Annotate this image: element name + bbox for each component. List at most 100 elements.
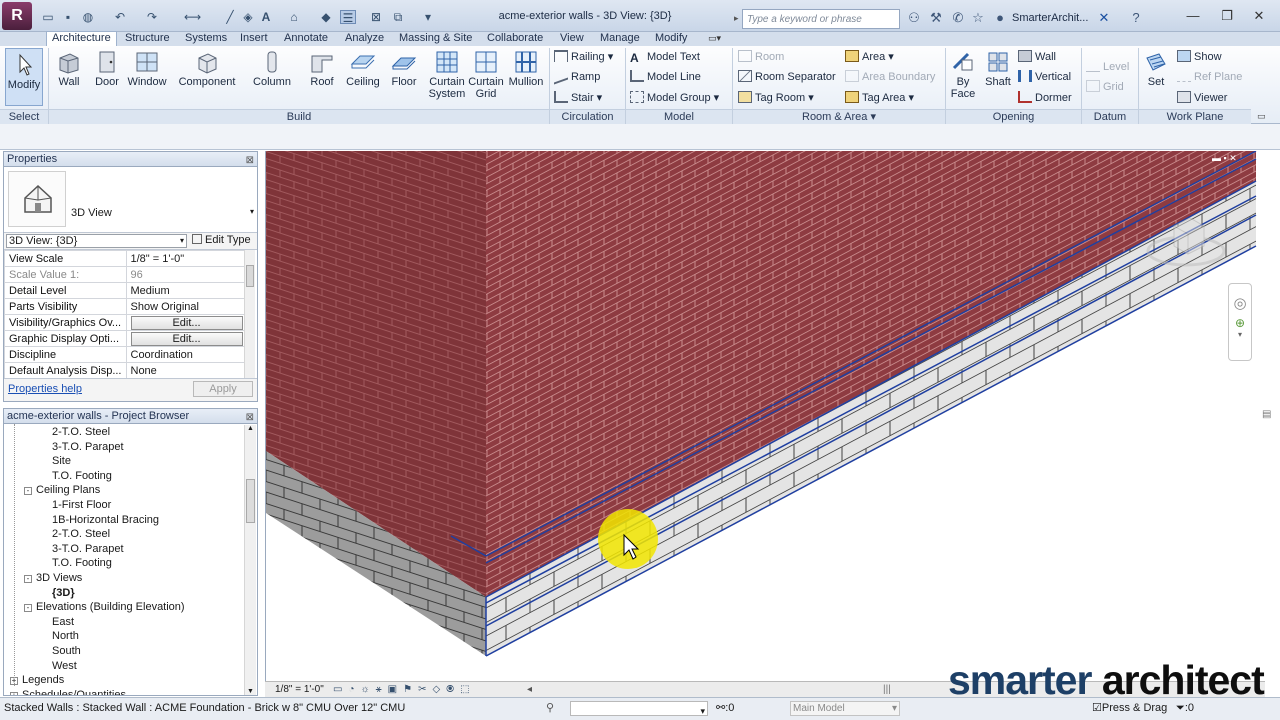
- text-icon[interactable]: A: [258, 10, 274, 24]
- apply-button[interactable]: Apply: [193, 381, 253, 397]
- view-control-icons[interactable]: ▭◔☼⚹▣⚑✂◇⦿⬚: [333, 682, 476, 697]
- shaft-button[interactable]: Shaft: [982, 50, 1014, 88]
- favorites-icon[interactable]: ☆: [970, 10, 986, 26]
- view-scale[interactable]: 1/8" = 1'-0": [275, 682, 324, 697]
- search-expand-icon[interactable]: ▸: [734, 13, 739, 24]
- tab-massing-site[interactable]: Massing & Site: [399, 32, 472, 46]
- wall-opening-button[interactable]: Wall: [1018, 49, 1056, 65]
- subscription-icon[interactable]: ⚒: [928, 10, 944, 26]
- mullion-button[interactable]: Mullion: [506, 50, 546, 88]
- property-value[interactable]: Show Original: [125, 298, 248, 315]
- binoculars-icon[interactable]: ⚇: [906, 10, 922, 26]
- browser-item[interactable]: T.O. Footing: [52, 556, 112, 571]
- browser-item[interactable]: South: [52, 644, 81, 659]
- tag-area-button[interactable]: Tag Area ▾: [845, 90, 914, 106]
- door-button[interactable]: Door: [90, 50, 124, 88]
- close-icon[interactable]: ⊠: [246, 153, 254, 168]
- open-icon[interactable]: ▭: [40, 10, 56, 24]
- viewcube[interactable]: [1146, 206, 1226, 271]
- room-button[interactable]: Room: [738, 49, 784, 65]
- sync-icon[interactable]: ◍: [80, 10, 96, 24]
- stair-button[interactable]: Stair ▾: [554, 90, 602, 106]
- area-boundary-button[interactable]: Area Boundary: [845, 69, 935, 85]
- curtain-grid-button[interactable]: Curtain Grid: [467, 50, 505, 100]
- save-icon[interactable]: ▪: [60, 10, 76, 24]
- property-value[interactable]: Edit...: [125, 330, 248, 347]
- panel-expand-icon[interactable]: ▭: [1257, 111, 1266, 122]
- redo-icon[interactable]: ↷: [144, 10, 160, 24]
- property-value[interactable]: Coordination: [125, 346, 248, 363]
- workset-dropdown[interactable]: ▾: [570, 701, 708, 716]
- tab-annotate[interactable]: Annotate: [284, 32, 328, 46]
- roof-button[interactable]: Roof: [305, 50, 339, 88]
- restore-button[interactable]: ❐: [1214, 6, 1240, 26]
- undo-icon[interactable]: ↶: [112, 10, 128, 24]
- browser-item[interactable]: 1-First Floor: [52, 498, 111, 513]
- browser-item[interactable]: {3D}: [52, 586, 75, 601]
- browser-item[interactable]: -3D Views: [24, 571, 82, 586]
- scrollbar-thumb[interactable]: [246, 265, 254, 287]
- model-line-button[interactable]: Model Line: [630, 69, 701, 85]
- collapse-icon[interactable]: -: [24, 604, 32, 613]
- dormer-button[interactable]: Dormer: [1018, 90, 1072, 106]
- design-option-dropdown[interactable]: Main Model ▾: [790, 701, 900, 716]
- scroll-up-icon[interactable]: ▲: [245, 425, 256, 432]
- set-button[interactable]: Set: [1141, 50, 1171, 88]
- measure-icon[interactable]: ⟷: [184, 10, 201, 24]
- tag-icon[interactable]: ◈: [240, 10, 256, 24]
- column-button[interactable]: Column: [252, 50, 292, 88]
- browser-item[interactable]: Site: [52, 454, 71, 469]
- browser-item[interactable]: T.O. Footing: [52, 469, 112, 484]
- collapse-icon[interactable]: -: [24, 487, 32, 496]
- user-icon[interactable]: ●: [992, 10, 1008, 26]
- browser-item[interactable]: - Ceiling Plans: [24, 483, 100, 498]
- dimension-icon[interactable]: ╱: [222, 10, 238, 24]
- tab-analyze[interactable]: Analyze: [345, 32, 384, 46]
- property-value[interactable]: Medium: [125, 282, 248, 299]
- component-button[interactable]: Component: [176, 50, 238, 88]
- help-icon[interactable]: ?: [1128, 10, 1144, 26]
- vertical-opening-button[interactable]: Vertical: [1018, 69, 1071, 85]
- browser-item[interactable]: 3-T.O. Parapet: [52, 440, 124, 455]
- collapse-icon[interactable]: -: [24, 575, 32, 583]
- property-value[interactable]: None: [125, 362, 248, 378]
- switch-windows-icon[interactable]: ⧉: [390, 10, 406, 24]
- worksharing-icon[interactable]: ⚲: [546, 699, 554, 717]
- application-menu-button[interactable]: R: [2, 2, 32, 30]
- tab-structure[interactable]: Structure: [125, 32, 170, 46]
- section-icon[interactable]: ◆: [318, 10, 334, 24]
- browser-item[interactable]: + Legends: [10, 673, 64, 688]
- property-value[interactable]: 96: [125, 266, 248, 283]
- close-icon[interactable]: ⊠: [246, 410, 254, 425]
- search-input[interactable]: Type a keyword or phrase: [742, 9, 900, 29]
- browser-item[interactable]: North: [52, 629, 79, 644]
- ceiling-button[interactable]: Ceiling: [343, 50, 383, 88]
- browser-item[interactable]: 2-T.O. Steel: [52, 425, 110, 440]
- show-button[interactable]: Show: [1177, 49, 1222, 65]
- tab-manage[interactable]: Manage: [600, 32, 640, 46]
- model-group-button[interactable]: Model Group ▾: [630, 90, 719, 106]
- browser-item[interactable]: East: [52, 615, 74, 630]
- tab-dropdown-icon[interactable]: ▭▾: [708, 33, 721, 44]
- browser-scrollbar[interactable]: ▲ ▼: [244, 425, 256, 695]
- properties-scrollbar[interactable]: [244, 250, 255, 378]
- tab-modify[interactable]: Modify: [655, 32, 687, 46]
- close-hidden-icon[interactable]: ⊠: [368, 10, 384, 24]
- browser-item[interactable]: West: [52, 659, 77, 674]
- property-value[interactable]: Edit...: [125, 314, 248, 331]
- scroll-down-icon[interactable]: ▼: [245, 688, 256, 695]
- tab-systems[interactable]: Systems: [185, 32, 227, 46]
- ref-plane-button[interactable]: Ref Plane: [1177, 69, 1242, 85]
- area-button[interactable]: Area ▾: [845, 49, 894, 65]
- close-button[interactable]: ✕: [1246, 6, 1272, 26]
- nav-dropdown-icon[interactable]: ▾: [1229, 330, 1251, 339]
- browser-item[interactable]: + Schedules/Quantities: [10, 688, 126, 695]
- horizontal-scroll-thumb[interactable]: |||: [883, 682, 891, 697]
- user-name[interactable]: SmarterArchit...: [1012, 12, 1088, 24]
- default-3d-icon[interactable]: ⌂: [286, 10, 302, 24]
- type-dropdown-icon[interactable]: ▾: [250, 207, 254, 216]
- tag-room-button[interactable]: Tag Room ▾: [738, 90, 814, 106]
- ramp-button[interactable]: Ramp: [554, 67, 600, 85]
- tab-insert[interactable]: Insert: [240, 32, 268, 46]
- tab-view[interactable]: View: [560, 32, 584, 46]
